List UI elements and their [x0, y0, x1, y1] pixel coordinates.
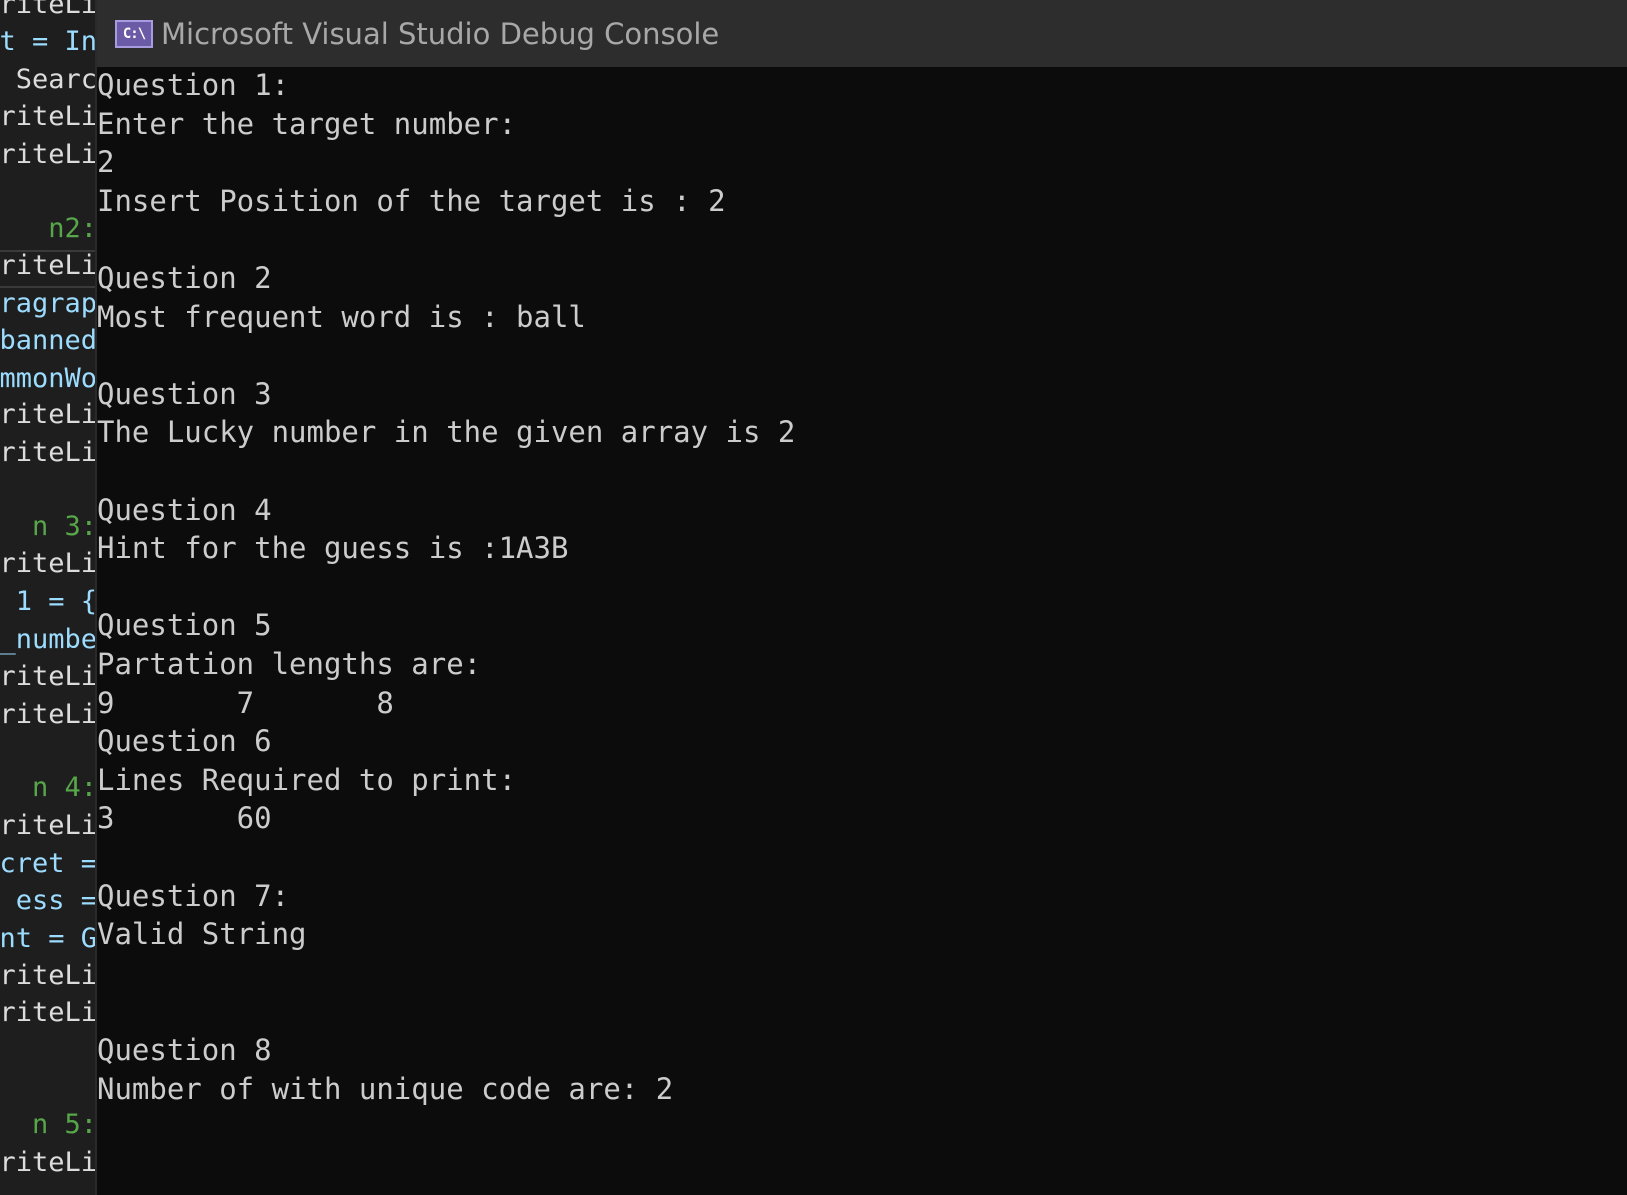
- console-output-line: 3 60: [97, 801, 272, 836]
- editor-code-fragment: 1 = {: [15, 586, 97, 617]
- console-output-line: Question 2: [97, 261, 272, 295]
- editor-code-fragment: t = In: [0, 26, 97, 57]
- editor-code-fragment: riteLi: [0, 548, 97, 579]
- console-output-line: The Lucky number in the given array is 2: [97, 415, 796, 450]
- console-output-line: 9 7 8: [97, 685, 394, 720]
- editor-code-fragment: riteLi: [0, 960, 97, 991]
- editor-code-fragment: ess =: [15, 885, 97, 916]
- editor-code-fragment: riteLi: [0, 1147, 97, 1178]
- console-output-line: Most frequent word is : ball: [97, 299, 586, 334]
- editor-code-fragment: riteLi: [0, 997, 97, 1028]
- editor-code-fragment: riteLi: [0, 250, 97, 281]
- console-output-line: Enter the target number:: [97, 106, 517, 141]
- title-bar[interactable]: C:\ Microsoft Visual Studio Debug Consol…: [97, 0, 1627, 67]
- background-code-editor: riteLi t = In Searc riteLi riteLi n2: riteLi r…: [0, 0, 97, 1195]
- console-output-line: Valid String: [97, 917, 307, 952]
- console-output-line: Hint for the guess is :1A3B: [97, 531, 569, 566]
- editor-code-fragment: _numbe: [0, 624, 97, 655]
- editor-code-fragment: cret =: [0, 848, 97, 879]
- editor-code-fragment: riteLi: [0, 810, 97, 841]
- console-output-line: Lines Required to print:: [97, 762, 517, 797]
- console-output-line: 2: [97, 145, 115, 180]
- console-output-line: Question 1:: [97, 68, 290, 102]
- editor-code-fragment: Searc: [15, 64, 97, 95]
- editor-code-fragment: ragrap: [0, 288, 97, 319]
- console-output-line: Insert Position of the target is : 2: [97, 183, 726, 218]
- console-app-icon: C:\: [115, 19, 153, 48]
- editor-code-fragment: riteLi: [0, 0, 97, 20]
- editor-code-fragment: nt = G: [0, 923, 97, 954]
- console-output-line: Question 6: [97, 724, 272, 759]
- editor-code-fragment: n 3:: [31, 511, 97, 542]
- editor-code-fragment: riteLi: [0, 699, 97, 730]
- editor-code-fragment: mmonWo: [0, 363, 97, 394]
- console-output-line: Question 8: [97, 1033, 272, 1067]
- console-output-line: Question 5: [97, 608, 272, 643]
- editor-code-fragment: riteLi: [0, 101, 97, 132]
- console-output-line: Question 7:: [97, 878, 290, 913]
- editor-code-fragment: n 4:: [31, 772, 97, 803]
- debug-console-window[interactable]: C:\ Microsoft Visual Studio Debug Consol…: [97, 0, 1627, 1195]
- screen: riteLi t = In Searc riteLi riteLi n2: riteLi r…: [0, 0, 1627, 1195]
- editor-code-fragment: riteLi: [0, 139, 97, 170]
- editor-code-fragment: n 5:: [31, 1109, 97, 1140]
- editor-code-fragment: riteLi: [0, 437, 97, 468]
- editor-code-fragment: riteLi: [0, 661, 97, 692]
- console-output-line: Question 4: [97, 492, 272, 527]
- editor-code-fragment: riteLi: [0, 399, 97, 430]
- window-title: Microsoft Visual Studio Debug Console: [161, 16, 720, 51]
- editor-code-fragment: n2:: [48, 213, 97, 244]
- console-output-line: Partation lengths are:: [97, 647, 482, 681]
- console-output-line: Question 3: [97, 376, 272, 411]
- console-output-line: Number of with unique code are: 2: [97, 1071, 674, 1106]
- editor-code-fragment: banned: [0, 325, 97, 356]
- console-output[interactable]: Question 1: Enter the target number: 2 Inse…: [97, 67, 1627, 1195]
